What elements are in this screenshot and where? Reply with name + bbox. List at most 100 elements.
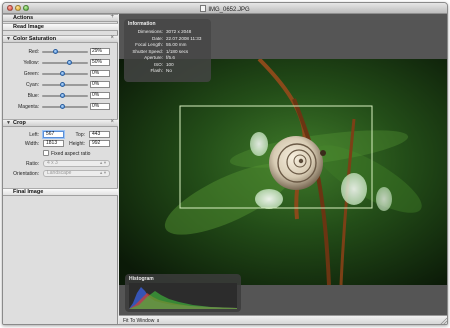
- crop-top-label: Top:: [75, 132, 85, 138]
- histogram-panel: Histogram: [125, 274, 241, 312]
- read-image-row[interactable]: Read Image: [3, 23, 118, 31]
- shell-center: [298, 158, 304, 164]
- saturation-value-field[interactable]: 50%: [90, 59, 110, 66]
- remove-crop-icon[interactable]: ×: [110, 119, 114, 125]
- saturation-label: Yellow:: [23, 60, 39, 66]
- info-value: No: [166, 68, 172, 73]
- ratio-value: 4 x 3: [47, 160, 58, 166]
- disclosure-triangle-icon[interactable]: ▼: [6, 36, 11, 42]
- crop-left-label: Left:: [29, 132, 39, 138]
- crop-top-field[interactable]: 443: [89, 131, 110, 138]
- slider-knob[interactable]: [52, 49, 58, 54]
- info-key: Focal Length:: [135, 42, 163, 47]
- slider-knob[interactable]: [60, 71, 66, 76]
- window-title: IMG_0652.JPG: [208, 7, 250, 13]
- info-key: ISO:: [153, 61, 163, 67]
- saturation-label: Magenta:: [18, 104, 39, 110]
- crop-left-field[interactable]: 567: [43, 131, 64, 138]
- orientation-value: Landscape: [47, 170, 72, 176]
- info-row: Aperture: f/5.6: [124, 55, 211, 61]
- orientation-popup[interactable]: Landscape ▲▼: [43, 170, 110, 177]
- window-title-wrap: IMG_0652.JPG: [3, 5, 447, 13]
- saturation-row: Magenta: 0%: [3, 103, 118, 111]
- saturation-slider[interactable]: [42, 82, 88, 87]
- snail-head: [320, 150, 326, 156]
- histogram-graph: [129, 283, 237, 309]
- saturation-label: Cyan:: [25, 82, 39, 88]
- actions-header: Actions +: [3, 14, 118, 22]
- remove-color-saturation-icon[interactable]: ×: [110, 35, 114, 41]
- saturation-slider[interactable]: [42, 93, 88, 98]
- histogram-header: Histogram: [129, 276, 154, 282]
- information-panel: Information Dimensions: 3072 x 2048 Date: 2…: [124, 19, 211, 82]
- crop-height-label: Height:: [69, 141, 85, 147]
- image-viewer[interactable]: Information Dimensions: 3072 x 2048 Date: 2…: [119, 14, 448, 315]
- saturation-value-field[interactable]: 29%: [90, 48, 110, 55]
- zoom-popup[interactable]: Fit To Window ⬍: [123, 318, 160, 324]
- crop-height-field[interactable]: 992: [89, 140, 110, 147]
- crop-label: Crop: [13, 120, 26, 126]
- saturation-slider[interactable]: [42, 49, 88, 54]
- popup-arrows-icon: ▲▼: [99, 160, 107, 165]
- saturation-row: Red: 29%: [3, 48, 118, 56]
- info-row: Dimensions: 3072 x 2048: [124, 29, 211, 35]
- info-key: Aperture:: [144, 55, 163, 60]
- popup-arrows-icon: ⬍: [156, 318, 160, 323]
- info-value: 1/180 secs: [166, 48, 189, 54]
- photo-canvas[interactable]: [119, 59, 448, 285]
- add-action-icon[interactable]: +: [110, 14, 114, 20]
- info-row: Date: 22.07.2008 11:33: [124, 36, 211, 42]
- document-icon: [200, 5, 207, 12]
- flower-shape: [376, 187, 392, 211]
- slider-knob[interactable]: [60, 82, 66, 87]
- info-row: Focal Length: 55.00 mm: [124, 42, 211, 48]
- info-value: 22.07.2008 11:33: [166, 35, 202, 41]
- ratio-popup[interactable]: 4 x 3 ▲▼: [43, 160, 110, 167]
- saturation-label: Blue:: [27, 93, 39, 99]
- saturation-slider[interactable]: [42, 60, 88, 65]
- saturation-slider[interactable]: [42, 104, 88, 109]
- title-bar[interactable]: IMG_0652.JPG: [3, 3, 447, 14]
- fixed-aspect-checkbox[interactable]: [43, 150, 49, 156]
- information-header: Information: [128, 21, 156, 27]
- flower-shape: [255, 189, 283, 209]
- saturation-value-field[interactable]: 0%: [90, 70, 110, 77]
- info-key: Flash:: [150, 68, 163, 73]
- info-row: Flash: No: [124, 68, 211, 74]
- slider-knob[interactable]: [67, 60, 73, 65]
- final-image-row[interactable]: Final Image: [3, 188, 118, 196]
- fixed-aspect-label: Fixed aspect ratio: [51, 151, 91, 157]
- saturation-value-field[interactable]: 0%: [90, 81, 110, 88]
- ratio-label: Ratio:: [25, 161, 39, 167]
- saturation-value-field[interactable]: 0%: [90, 92, 110, 99]
- flower-shape: [341, 173, 367, 205]
- read-image-label: Read Image: [13, 24, 44, 30]
- disclosure-triangle-icon[interactable]: ▼: [6, 120, 11, 126]
- color-saturation-header[interactable]: ▼ Color Saturation ×: [3, 35, 118, 43]
- saturation-value-field[interactable]: 0%: [90, 103, 110, 110]
- info-key: Shutter Speed:: [132, 48, 163, 54]
- crop-header[interactable]: ▼ Crop ×: [3, 119, 118, 127]
- resize-grip-icon[interactable]: [439, 317, 447, 325]
- crop-width-field[interactable]: 1813: [43, 140, 64, 147]
- flower-shape: [250, 132, 268, 156]
- popup-arrows-icon: ▲▼: [99, 170, 107, 175]
- final-image-label: Final Image: [13, 189, 44, 195]
- orientation-label: Orientation:: [13, 171, 39, 177]
- saturation-slider[interactable]: [42, 71, 88, 76]
- slider-knob[interactable]: [60, 93, 66, 98]
- zoom-label: Fit To Window: [123, 318, 155, 324]
- saturation-label: Red:: [28, 49, 39, 55]
- info-value: 3072 x 2048: [166, 29, 192, 34]
- color-saturation-label: Color Saturation: [13, 36, 57, 42]
- info-value: 55.00 mm: [166, 42, 187, 47]
- app-window: IMG_0652.JPG Actions + Read Image ▼ Colo…: [2, 2, 448, 325]
- crop-width-label: Width:: [24, 141, 39, 147]
- info-value: f/5.6: [166, 55, 175, 60]
- saturation-label: Green:: [23, 71, 39, 77]
- saturation-row: Yellow: 50%: [3, 59, 118, 67]
- info-row: ISO: 100: [124, 62, 211, 68]
- slider-knob[interactable]: [60, 104, 66, 109]
- saturation-row: Blue: 0%: [3, 92, 118, 100]
- saturation-row: Cyan: 0%: [3, 81, 118, 89]
